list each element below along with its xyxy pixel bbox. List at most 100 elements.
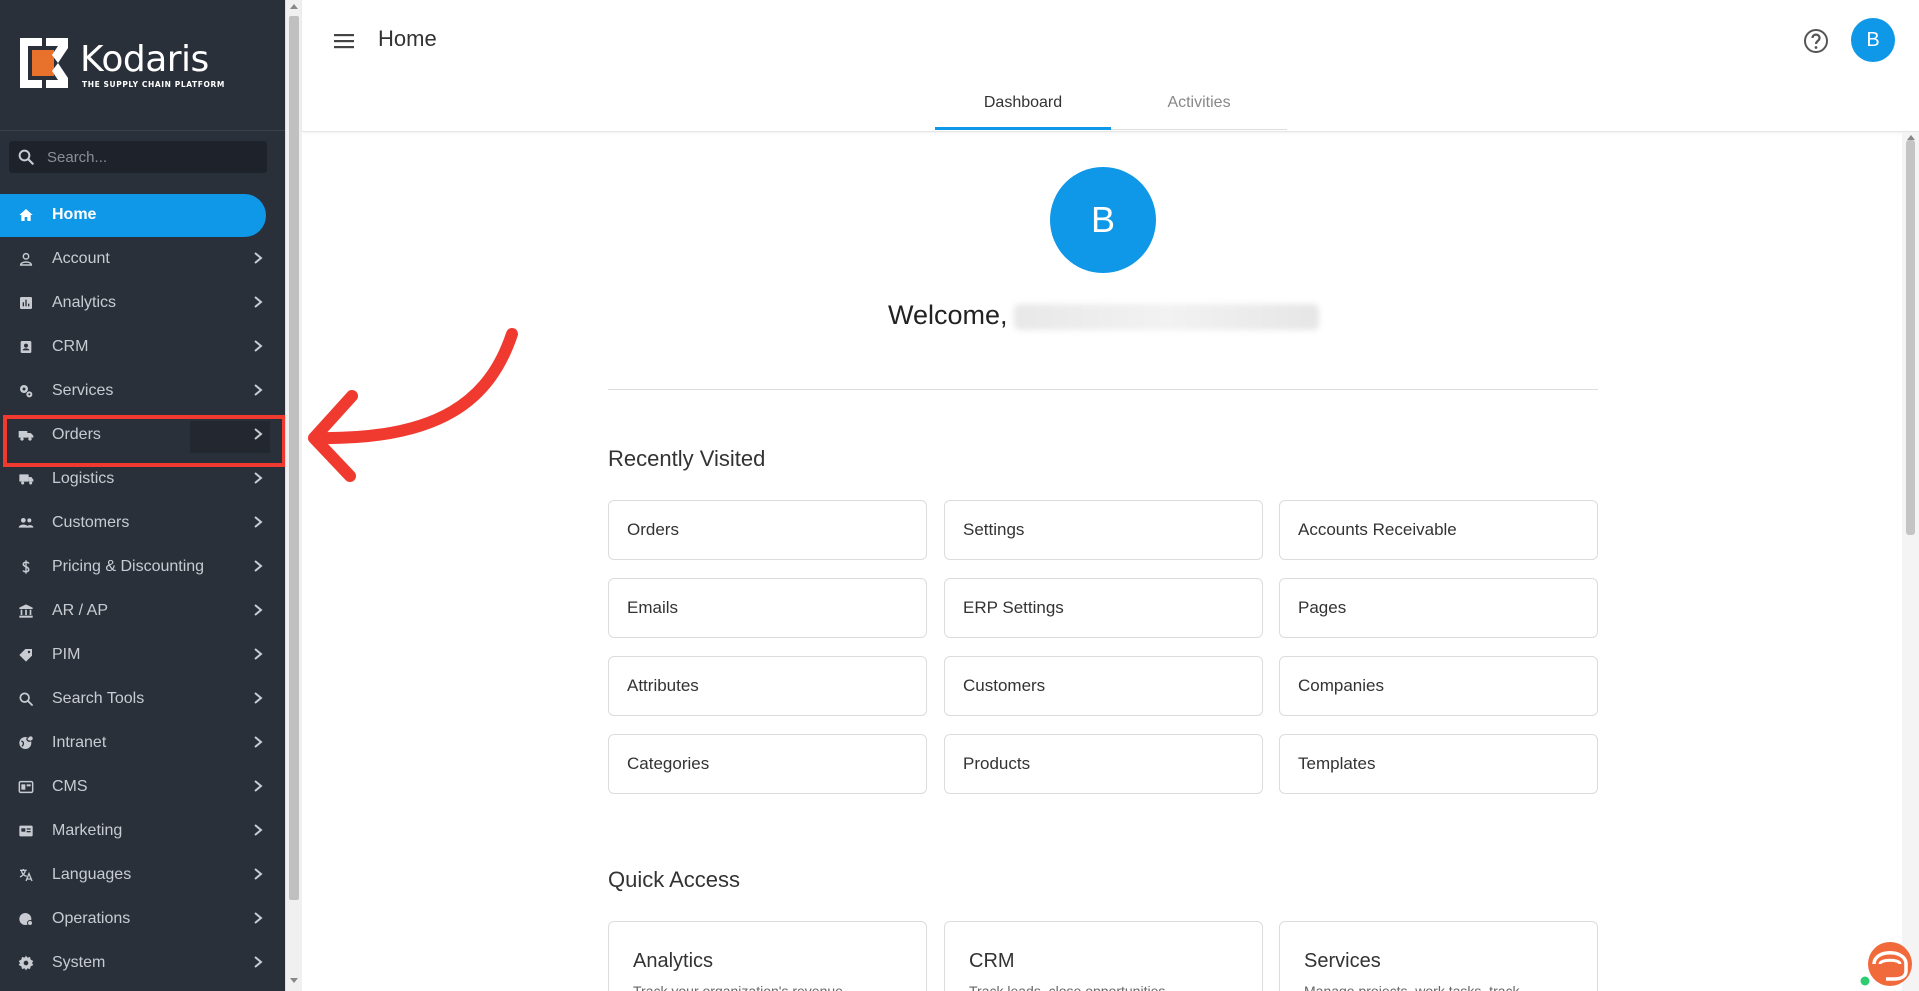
chat-support-icon[interactable] bbox=[1860, 937, 1914, 991]
quick-card-description: Track leads, close opportunities... bbox=[969, 983, 1178, 991]
sidebar-item-languages[interactable]: Languages bbox=[0, 853, 285, 897]
sidebar-item-account[interactable]: Account bbox=[0, 237, 285, 281]
quick-card-analytics[interactable]: Analytics Track your organization's reve… bbox=[608, 921, 927, 991]
quick-card-description: Manage projects, work tasks, track... bbox=[1304, 983, 1532, 991]
sidebar-item-label: AR / AP bbox=[52, 602, 109, 619]
recent-card-companies[interactable]: Companies bbox=[1279, 656, 1598, 716]
sidebar-item-label: Operations bbox=[52, 910, 131, 927]
sidebar-item-label: Services bbox=[52, 382, 114, 399]
scroll-up-arrow-icon[interactable] bbox=[290, 4, 298, 9]
recent-card-templates[interactable]: Templates bbox=[1279, 734, 1598, 794]
tab-underline bbox=[1111, 129, 1287, 130]
help-icon[interactable] bbox=[1802, 27, 1830, 55]
recent-card-products[interactable]: Products bbox=[944, 734, 1263, 794]
scroll-down-arrow-icon[interactable] bbox=[290, 978, 298, 983]
sidebar-scrollbar[interactable] bbox=[285, 0, 302, 991]
sidebar-item-analytics[interactable]: Analytics bbox=[0, 281, 285, 325]
cms-icon bbox=[18, 779, 34, 795]
sidebar-item-marketing[interactable]: Marketing bbox=[0, 809, 285, 853]
chevron-right-icon bbox=[252, 910, 264, 926]
tab-dashboard[interactable]: Dashboard bbox=[935, 94, 1111, 112]
recent-card-accounts-receivable[interactable]: Accounts Receivable bbox=[1279, 500, 1598, 560]
recent-card-pages[interactable]: Pages bbox=[1279, 578, 1598, 638]
delivery-icon bbox=[18, 471, 34, 487]
sidebar-item-intranet[interactable]: Intranet bbox=[0, 721, 285, 765]
quick-card-title: Services bbox=[1304, 950, 1381, 972]
recent-card-erp-settings[interactable]: ERP Settings bbox=[944, 578, 1263, 638]
sidebar-item-label: System bbox=[52, 954, 106, 971]
sidebar-nav: Home Account Analytics CRM Services Orde… bbox=[0, 193, 286, 985]
sidebar-item-system[interactable]: System bbox=[0, 941, 285, 985]
globe-icon bbox=[18, 735, 34, 751]
bank-icon bbox=[18, 603, 34, 619]
sidebar-item-label: Orders bbox=[52, 426, 101, 443]
recent-card-settings[interactable]: Settings bbox=[944, 500, 1263, 560]
sidebar-item-logistics[interactable]: Logistics bbox=[0, 457, 285, 501]
recent-card-emails[interactable]: Emails bbox=[608, 578, 927, 638]
top-header: Home B Dashboard Activities bbox=[302, 0, 1919, 132]
chevron-right-icon bbox=[252, 690, 264, 706]
sidebar-item-operations[interactable]: Operations bbox=[0, 897, 285, 941]
sidebar-item-pricing-discounting[interactable]: Pricing & Discounting bbox=[0, 545, 285, 589]
hamburger-menu-icon[interactable] bbox=[332, 30, 356, 52]
sidebar-item-cms[interactable]: CMS bbox=[0, 765, 285, 809]
recent-card-categories[interactable]: Categories bbox=[608, 734, 927, 794]
quick-card-crm[interactable]: CRM Track leads, close opportunities... bbox=[944, 921, 1263, 991]
quick-card-services[interactable]: Services Manage projects, work tasks, tr… bbox=[1279, 921, 1598, 991]
blurred-email bbox=[1013, 303, 1319, 330]
tab-activities[interactable]: Activities bbox=[1111, 94, 1287, 112]
search-input[interactable] bbox=[47, 141, 261, 173]
content-divider bbox=[608, 389, 1598, 390]
chevron-right-icon bbox=[252, 250, 264, 266]
people-icon bbox=[18, 515, 34, 531]
sidebar-item-services[interactable]: Services bbox=[0, 369, 285, 413]
chevron-right-icon bbox=[252, 382, 264, 398]
chevron-right-icon bbox=[252, 734, 264, 750]
recent-card-attributes[interactable]: Attributes bbox=[608, 656, 927, 716]
chevron-right-icon bbox=[252, 822, 264, 838]
user-avatar[interactable]: B bbox=[1851, 18, 1895, 62]
sidebar-item-label: CMS bbox=[52, 778, 88, 795]
chevron-right-icon bbox=[252, 954, 264, 970]
sidebar-item-label: PIM bbox=[52, 646, 81, 663]
scrollbar-thumb[interactable] bbox=[289, 16, 299, 900]
sidebar-item-home[interactable]: Home bbox=[0, 193, 285, 237]
sidebar-item-label: Home bbox=[52, 206, 97, 223]
chevron-right-icon bbox=[252, 778, 264, 794]
quick-card-title: Analytics bbox=[633, 950, 714, 972]
active-tab-indicator bbox=[935, 127, 1111, 130]
sidebar-item-customers[interactable]: Customers bbox=[0, 501, 285, 545]
scrollbar-thumb[interactable] bbox=[1906, 140, 1915, 535]
sidebar-item-search-tools[interactable]: Search Tools bbox=[0, 677, 285, 721]
sidebar-item-label: Search Tools bbox=[52, 690, 145, 707]
sidebar-item-label: Marketing bbox=[52, 822, 123, 839]
chevron-right-icon bbox=[252, 558, 264, 574]
sidebar-item-label: Customers bbox=[52, 514, 130, 531]
person-icon bbox=[18, 251, 34, 267]
translate-icon bbox=[18, 867, 34, 883]
sidebar-item-crm[interactable]: CRM bbox=[0, 325, 285, 369]
sidebar-item-label: Intranet bbox=[52, 734, 107, 751]
kodaris-logo-icon bbox=[20, 38, 68, 88]
dollar-icon bbox=[18, 559, 34, 575]
sidebar-divider bbox=[0, 130, 285, 131]
tag-icon bbox=[18, 647, 34, 663]
chevron-right-icon bbox=[252, 646, 264, 662]
sidebar-item-label: Languages bbox=[52, 866, 132, 883]
sidebar-item-label: CRM bbox=[52, 338, 89, 355]
gear-icon bbox=[18, 955, 34, 971]
chevron-right-icon bbox=[252, 866, 264, 882]
recent-card-orders[interactable]: Orders bbox=[608, 500, 927, 560]
sidebar-item-pim[interactable]: PIM bbox=[0, 633, 285, 677]
sidebar-item-orders[interactable]: Orders bbox=[0, 413, 286, 467]
sidebar-search[interactable] bbox=[9, 141, 267, 173]
home-icon bbox=[18, 207, 34, 223]
main-scrollbar[interactable] bbox=[1902, 132, 1919, 991]
sidebar-item-ar-ap[interactable]: AR / AP bbox=[0, 589, 285, 633]
recent-card-customers[interactable]: Customers bbox=[944, 656, 1263, 716]
chevron-right-icon bbox=[252, 514, 264, 530]
sidebar-item-label: Pricing & Discounting bbox=[52, 558, 205, 575]
kodaris-logo[interactable]: Kodaris THE SUPPLY CHAIN PLATFORM bbox=[20, 38, 224, 90]
gears-icon bbox=[18, 383, 34, 399]
analytics-icon bbox=[18, 295, 34, 311]
